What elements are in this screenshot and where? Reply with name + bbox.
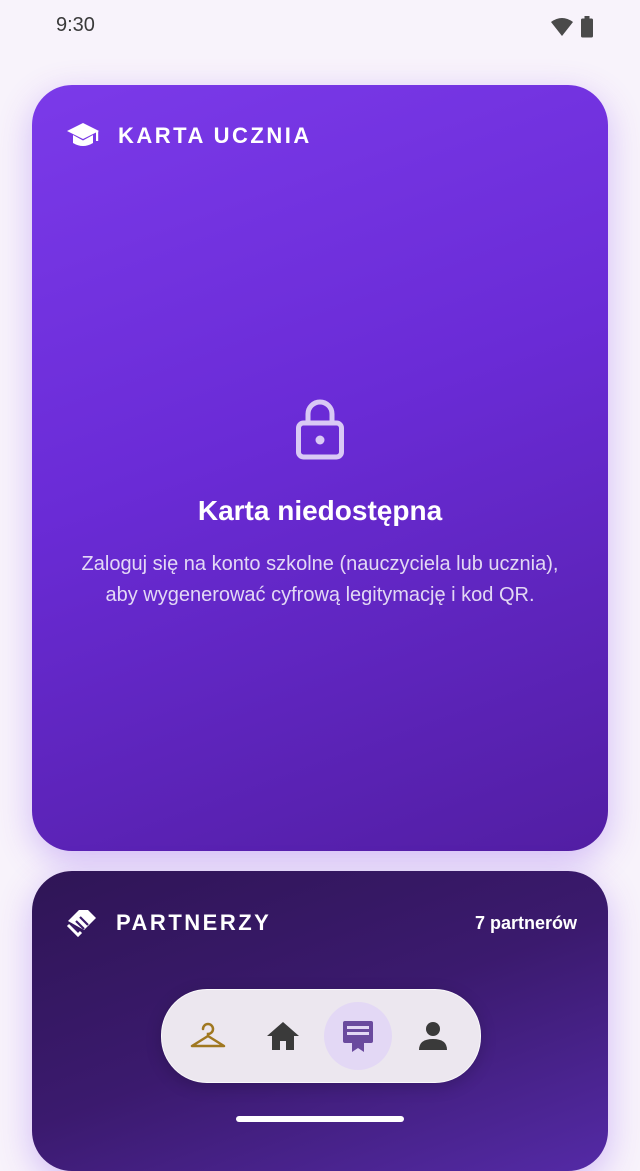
student-card-title: KARTA UCZNIA — [118, 123, 312, 148]
partners-card-header: PARTNERZY — [66, 908, 271, 938]
student-card-header: KARTA UCZNIA — [66, 122, 312, 150]
status-bar: 9:30 — [0, 0, 640, 52]
unavailable-description: Zaloguj się na konto szkolne (nauczyciel… — [81, 553, 559, 606]
battery-icon — [581, 16, 593, 38]
unavailable-title: Karta niedostępna — [197, 495, 443, 526]
wifi-icon — [551, 18, 573, 36]
person-icon — [419, 1022, 447, 1050]
status-icons — [550, 16, 594, 38]
handshake-icon — [66, 910, 96, 938]
status-time: 9:30 — [56, 14, 95, 36]
graduation-cap-icon — [67, 123, 99, 146]
nav-item-wardrobe[interactable] — [174, 1002, 242, 1070]
nav-item-profile[interactable] — [399, 1002, 467, 1070]
bottom-nav — [161, 989, 481, 1083]
home-icon — [267, 1022, 299, 1050]
hanger-icon — [190, 1022, 226, 1048]
partners-card-title: PARTNERZY — [116, 910, 272, 935]
card-badge-icon — [343, 1021, 373, 1052]
partner-count: 7 partnerów — [474, 913, 577, 933]
student-card: KARTA UCZNIA Karta niedostępna Zaloguj s… — [32, 85, 608, 851]
nav-item-card[interactable] — [324, 1002, 392, 1070]
home-indicator[interactable] — [236, 1116, 404, 1122]
lock-icon — [296, 399, 344, 460]
nav-item-home[interactable] — [249, 1002, 317, 1070]
lock-container — [32, 398, 608, 460]
